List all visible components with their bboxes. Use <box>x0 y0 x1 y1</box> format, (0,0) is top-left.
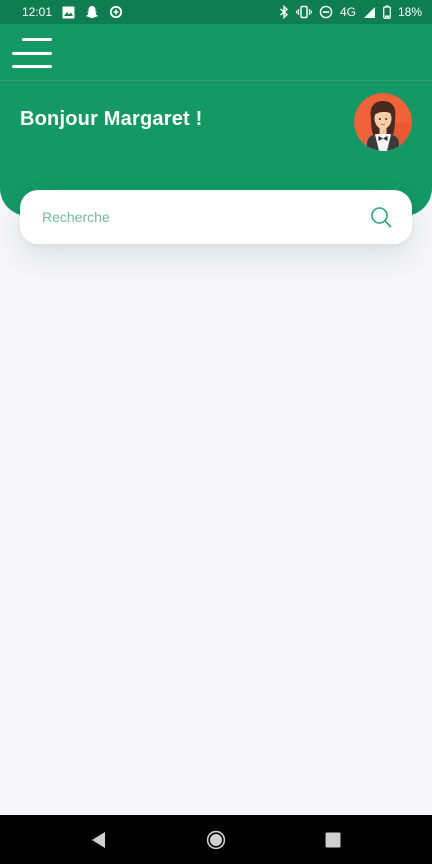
header-divider <box>0 80 432 81</box>
search-input[interactable] <box>40 208 370 226</box>
greeting-title: Bonjour Margaret ! <box>20 108 203 130</box>
status-left: 12:01 <box>22 5 123 19</box>
status-right: 4G 18% <box>279 5 422 19</box>
menu-bar-middle <box>12 51 52 55</box>
network-type: 4G <box>339 5 356 19</box>
snapchat-icon <box>85 5 99 19</box>
signal-icon <box>363 6 376 19</box>
system-nav-bar <box>0 815 432 864</box>
do-not-disturb-icon <box>319 5 333 19</box>
image-icon <box>62 6 75 19</box>
search-bar <box>20 190 412 244</box>
menu-bar-top <box>22 38 52 41</box>
search-icon[interactable] <box>370 206 392 228</box>
home-icon[interactable] <box>196 820 236 860</box>
back-icon[interactable] <box>79 820 119 860</box>
status-time: 12:01 <box>22 5 53 19</box>
bluetooth-icon <box>279 5 289 19</box>
recents-icon[interactable] <box>313 820 353 860</box>
vibrate-icon <box>296 5 312 19</box>
battery-icon <box>383 5 391 19</box>
hamburger-menu-icon[interactable] <box>6 38 52 68</box>
menu-bar-bottom <box>12 65 52 68</box>
data-saver-icon <box>109 5 123 19</box>
header: Bonjour Margaret ! <box>0 24 432 216</box>
user-avatar-icon[interactable] <box>354 93 412 151</box>
status-bar: 12:01 4G 18% <box>0 0 432 24</box>
battery-level: 18% <box>397 5 422 19</box>
